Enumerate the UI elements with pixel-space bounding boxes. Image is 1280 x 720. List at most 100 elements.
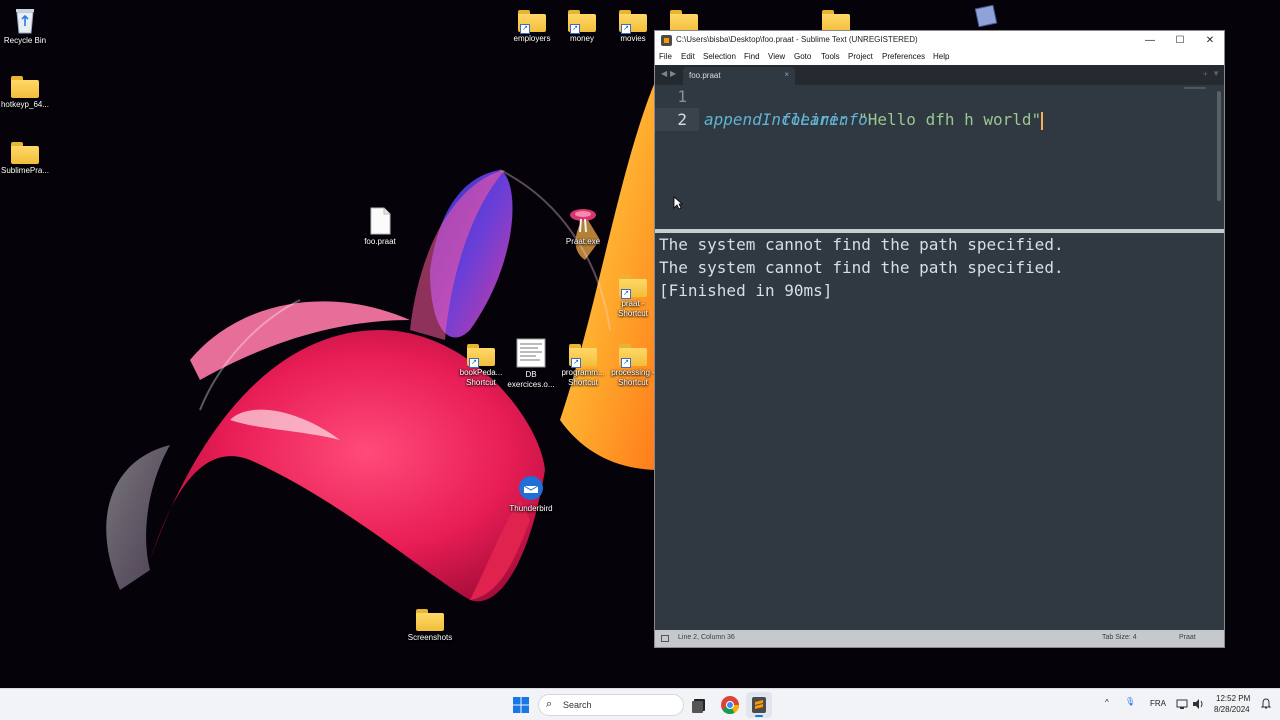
output-line: The system cannot find the path specifie…	[659, 258, 1064, 277]
screen: Recycle Bin hotkeyp_64... SublimePra... …	[0, 0, 1280, 720]
taskbar: ⌕ Search ^ 🎙 FRA 12:52 PM 8/28/2024	[0, 688, 1280, 720]
sublime-taskbar-button[interactable]	[746, 692, 772, 718]
document-thumbnail-icon	[516, 338, 546, 368]
output-line: [Finished in 90ms]	[659, 281, 833, 300]
menu-view[interactable]: View	[768, 52, 785, 61]
desktop-icon-sublimepra[interactable]: SublimePra...	[0, 142, 57, 176]
tray-overflow-chevron-icon[interactable]: ^	[1105, 698, 1109, 707]
folder-icon	[11, 76, 39, 98]
desktop-icon-label: Recycle Bin	[3, 36, 47, 45]
shortcut-arrow-icon: ↗	[571, 358, 581, 368]
syntax-selector[interactable]: Praat	[1179, 634, 1196, 641]
desktop-icon-folder-top-right[interactable]	[804, 10, 868, 32]
shortcut-arrow-icon: ↗	[621, 358, 631, 368]
active-app-indicator	[755, 715, 763, 717]
volume-icon[interactable]	[1192, 698, 1204, 710]
folder-icon: ↗	[569, 344, 597, 368]
desktop-icon-recycle-bin[interactable]: Recycle Bin	[0, 6, 57, 46]
mouse-pointer-icon	[673, 196, 683, 210]
tab-bar: ◀ ▶ foo.praat × + ▼	[655, 65, 1224, 85]
desktop-icon-screenshots[interactable]: Screenshots	[398, 609, 462, 643]
network-icon[interactable]	[1176, 698, 1188, 710]
folder-icon: ↗	[518, 10, 546, 34]
desktop-icon-label: SublimePra...	[0, 166, 50, 175]
file-icon	[370, 207, 391, 235]
panel-toggle-icon[interactable]	[661, 635, 669, 642]
notifications-icon[interactable]	[1260, 698, 1272, 710]
task-view-icon[interactable]	[688, 694, 710, 716]
desktop-icon-label: hotkeyp_64...	[0, 100, 50, 109]
new-tab-icon[interactable]: +	[1203, 69, 1208, 79]
windows-start-icon[interactable]	[511, 695, 531, 715]
praat-app-icon	[570, 209, 596, 233]
desktop-icon-app-top-right[interactable]	[954, 5, 1018, 27]
menu-find[interactable]: Find	[744, 52, 760, 61]
code-string: "Hello dfh h world"	[858, 110, 1042, 129]
tab-foo-praat[interactable]: foo.praat ×	[683, 67, 795, 85]
folder-icon: ↗	[467, 344, 495, 368]
clock-date[interactable]: 8/28/2024	[1214, 705, 1250, 714]
minimap[interactable]	[1184, 87, 1206, 89]
microphone-icon[interactable]: 🎙	[1125, 697, 1135, 706]
desktop-icon-label: Screenshots	[407, 633, 453, 642]
taskbar-search[interactable]: ⌕ Search	[538, 694, 684, 716]
tab-list-dropdown-icon[interactable]: ▼	[1212, 69, 1220, 78]
clock-time[interactable]: 12:52 PM	[1216, 694, 1250, 703]
editor-scrollbar[interactable]	[1217, 91, 1221, 201]
recycle-bin-icon	[16, 9, 34, 34]
sublime-app-icon	[661, 35, 672, 46]
desktop-icon-hotkeyp[interactable]: hotkeyp_64...	[0, 76, 57, 110]
title-bar[interactable]: C:\Users\bisba\Desktop\foo.praat - Subli…	[655, 31, 1224, 50]
line-number: 2	[655, 108, 699, 131]
shortcut-arrow-icon: ↗	[621, 289, 631, 299]
code-keyword: appendInfoLine:	[704, 110, 849, 129]
folder-icon	[416, 609, 444, 631]
desktop-icon-label: foo.praat	[364, 237, 396, 246]
desktop-icon-foo-praat[interactable]: foo.praat	[348, 207, 412, 247]
desktop-icon-label: Thunderbird	[509, 504, 553, 513]
folder-icon	[670, 10, 698, 32]
menu-help[interactable]: Help	[933, 52, 949, 61]
desktop-icon-label: Praat.exe	[565, 237, 601, 246]
cursor-position: Line 2, Column 36	[678, 634, 735, 641]
close-button[interactable]: ✕	[1195, 31, 1225, 50]
desktop-icon-folder-top[interactable]	[652, 10, 716, 32]
search-icon: ⌕	[546, 698, 553, 710]
menu-tools[interactable]: Tools	[821, 52, 840, 61]
output-line: The system cannot find the path specifie…	[659, 235, 1064, 254]
folder-icon: ↗	[619, 10, 647, 34]
desktop-icon-thunderbird[interactable]: Thunderbird	[499, 474, 563, 514]
folder-icon: ↗	[619, 344, 647, 368]
line-number: 1	[677, 87, 687, 106]
folder-icon	[11, 142, 39, 164]
tab-label: foo.praat	[689, 71, 721, 80]
tab-size[interactable]: Tab Size: 4	[1102, 634, 1137, 641]
menu-preferences[interactable]: Preferences	[882, 52, 925, 61]
search-label: Search	[563, 700, 592, 710]
app-icon	[974, 5, 998, 27]
desktop-icon-praat-exe[interactable]: Praat.exe	[551, 205, 615, 247]
menu-file[interactable]: File	[659, 52, 672, 61]
status-bar: Line 2, Column 36 Tab Size: 4 Praat	[655, 630, 1224, 647]
menu-edit[interactable]: Edit	[681, 52, 695, 61]
maximize-button[interactable]: ☐	[1165, 31, 1195, 50]
shortcut-arrow-icon: ↗	[469, 358, 479, 368]
sublime-text-window: C:\Users\bisba\Desktop\foo.praat - Subli…	[654, 30, 1225, 648]
shortcut-arrow-icon: ↗	[570, 24, 580, 34]
code-line-1: clearinfo	[704, 85, 868, 129]
code-editor[interactable]: 1 2 clearinfo appendInfoLine: "Hello dfh…	[655, 85, 1224, 229]
shortcut-arrow-icon: ↗	[520, 24, 530, 34]
menu-selection[interactable]: Selection	[703, 52, 736, 61]
menu-bar: File Edit Selection Find View Goto Tools…	[655, 50, 1224, 65]
folder-icon: ↗	[619, 275, 647, 299]
chrome-icon[interactable]	[719, 694, 741, 716]
tab-close-icon[interactable]: ×	[784, 70, 789, 79]
build-output-panel[interactable]: The system cannot find the path specifie…	[655, 233, 1224, 630]
menu-project[interactable]: Project	[848, 52, 873, 61]
folder-icon: ↗	[568, 10, 596, 34]
language-indicator[interactable]: FRA	[1150, 699, 1166, 708]
minimize-button[interactable]: —	[1135, 31, 1165, 50]
back-arrow-icon[interactable]: ◀	[661, 69, 667, 78]
menu-goto[interactable]: Goto	[794, 52, 811, 61]
forward-arrow-icon[interactable]: ▶	[670, 69, 676, 78]
